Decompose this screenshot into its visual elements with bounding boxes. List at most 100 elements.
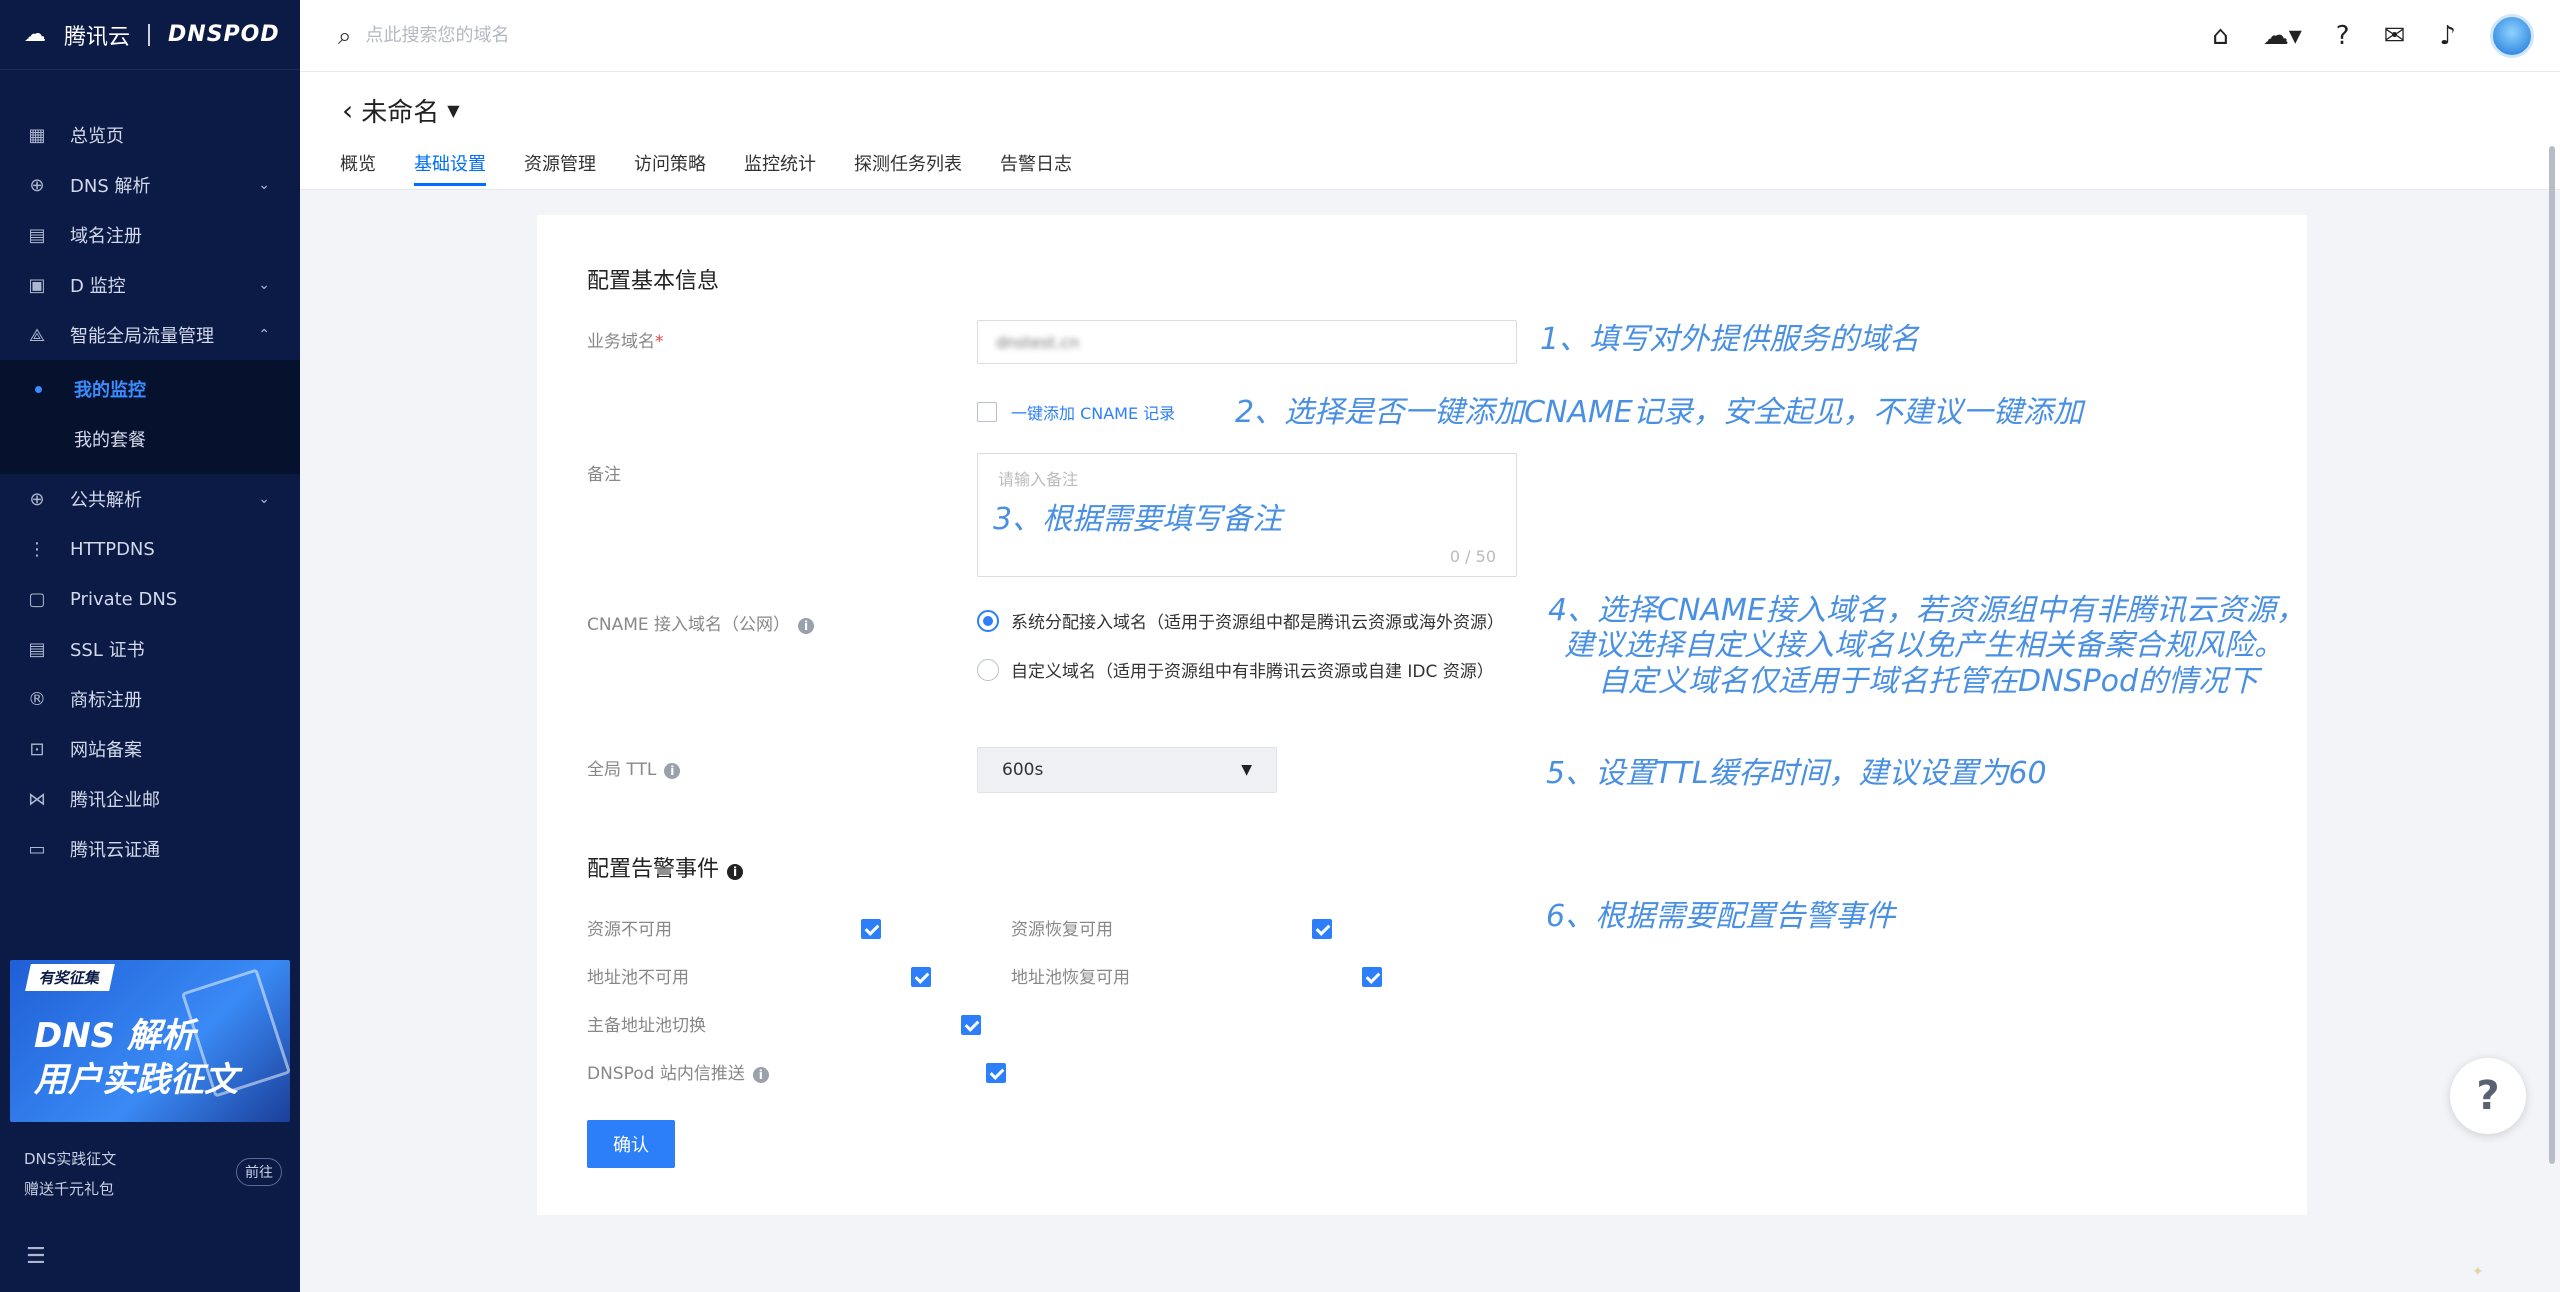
section-title-alarm-text: 配置告警事件 — [587, 857, 720, 882]
alarm-label-text: DNSPod 站内信推送 — [587, 1064, 745, 1084]
back-arrow-icon[interactable]: ‹ — [342, 94, 353, 127]
cname-one-click[interactable]: 一键添加 CNAME 记录 — [977, 400, 1175, 424]
sidebar-item-label: 网站备案 — [70, 740, 142, 761]
globe-icon: ⊕ — [29, 174, 45, 196]
page-title-row[interactable]: ‹ 未命名 ▼ — [342, 92, 460, 129]
promo-caption-line1: DNS实践征文 — [24, 1150, 117, 1168]
sidebar-item-label: Private DNS — [70, 588, 178, 610]
logo-cn: 腾讯云 — [64, 24, 131, 50]
alarm-checkbox[interactable] — [961, 1014, 982, 1035]
radio-system-domain[interactable]: 系统分配接入域名（适用于资源组中都是腾讯云资源或海外资源） — [977, 608, 1504, 633]
search-icon[interactable]: ⌕ — [338, 22, 351, 50]
sidebar-item-label: 域名注册 — [70, 226, 142, 247]
certificate-icon: ▤ — [28, 638, 46, 660]
logo-en: DNSPOD — [168, 22, 280, 47]
alarm-checkbox[interactable] — [1362, 966, 1383, 987]
domain-input[interactable]: dnstest.cn — [977, 320, 1517, 364]
alarm-checkbox[interactable] — [911, 966, 932, 987]
bell-icon[interactable]: ♪ — [2439, 21, 2456, 51]
tencent-cloud-logo-icon: ☁ — [24, 22, 46, 47]
alarm-label: 地址池恢复可用 — [1011, 968, 1130, 988]
chevron-up-icon: ⌃ — [258, 327, 270, 343]
lock-box-icon: ▢ — [28, 588, 46, 610]
share-icon: ⋮ — [28, 538, 46, 560]
collapse-menu-icon[interactable]: ☰ — [26, 1244, 46, 1269]
wechat-icon[interactable]: ✉ — [2384, 21, 2406, 51]
alarm-checkbox[interactable] — [986, 1062, 1007, 1083]
alarm-checkbox[interactable] — [1312, 918, 1333, 939]
radio-button-checked[interactable] — [977, 609, 999, 632]
alarm-label: 资源不可用 — [587, 920, 672, 940]
page-header: ‹ 未命名 ▼ 概览 基础设置 资源管理 访问策略 监控统计 探测任务列表 告警… — [300, 72, 2560, 190]
sidebar-item-domain-register[interactable]: ▤ 域名注册 — [0, 210, 300, 260]
sidebar-item-label: 我的套餐 — [74, 430, 146, 451]
help-fab[interactable]: ? — [2450, 1058, 2526, 1134]
sidebar-item-trademark[interactable]: ® 商标注册 — [0, 674, 300, 724]
annotation-3: 3、根据需要填写备注 — [993, 502, 1283, 537]
info-icon[interactable]: i — [727, 864, 744, 880]
mail-icon: ⋈ — [28, 788, 46, 810]
sidebar-item-my-package[interactable]: 我的套餐 — [0, 414, 300, 464]
logo[interactable]: ☁ 腾讯云 DNSPOD — [0, 0, 300, 70]
page-title: 未命名 — [361, 98, 440, 128]
cloud-dropdown-icon[interactable]: ☁▾ — [2263, 21, 2302, 51]
ttl-select[interactable]: 600s ▼ — [977, 747, 1277, 793]
search-input[interactable] — [365, 25, 966, 46]
sidebar-item-label: 总览页 — [70, 126, 124, 147]
tab-basic-settings[interactable]: 基础设置 — [414, 150, 486, 186]
radio-custom-domain[interactable]: 自定义域名（适用于资源组中有非腾讯云资源或自建 IDC 资源） — [977, 657, 1494, 682]
sidebar-item-public-dns[interactable]: ⊕ 公共解析 ⌄ — [0, 474, 300, 524]
promo-go-button[interactable]: 前往 — [236, 1158, 282, 1186]
sidebar-item-private-dns[interactable]: ▢ Private DNS — [0, 574, 300, 624]
annotation-5: 5、设置TTL缓存时间，建议设置为60 — [1546, 756, 2047, 791]
sidebar-item-gtm[interactable]: ⟁ 智能全局流量管理 ⌃ — [0, 310, 300, 360]
tab-overview[interactable]: 概览 — [340, 150, 376, 186]
tab-alarm-log[interactable]: 告警日志 — [1000, 150, 1072, 186]
scrollbar[interactable] — [2549, 146, 2555, 1164]
chevron-down-icon: ⌄ — [258, 277, 270, 293]
avatar[interactable] — [2490, 14, 2534, 58]
grid-icon: ▦ — [28, 124, 46, 146]
sidebar-item-label: 腾讯企业邮 — [70, 790, 160, 811]
confirm-button[interactable]: 确认 — [587, 1120, 675, 1168]
annotation-2: 2、选择是否一键添加CNAME记录，安全起见，不建议一键添加 — [1235, 395, 2083, 430]
tab-access-policy[interactable]: 访问策略 — [634, 150, 706, 186]
ttl-value: 600s — [1002, 760, 1044, 780]
promo-caption-line2: 赠送千元礼包 — [24, 1180, 115, 1198]
sidebar-item-httpdns[interactable]: ⋮ HTTPDNS — [0, 524, 300, 574]
caret-down-icon[interactable]: ▼ — [447, 101, 459, 120]
sidebar-item-cert-pass[interactable]: ▭ 腾讯云证通 — [0, 824, 300, 874]
alarm-label: 资源恢复可用 — [1011, 920, 1113, 940]
info-icon[interactable]: i — [752, 1067, 769, 1083]
radio-custom-domain-label: 自定义域名（适用于资源组中有非腾讯云资源或自建 IDC 资源） — [1011, 662, 1494, 682]
tab-probe-tasks[interactable]: 探测任务列表 — [854, 150, 962, 186]
help-icon[interactable]: ? — [2336, 21, 2350, 51]
sidebar-item-dns[interactable]: ⊕ DNS 解析 ⌄ — [0, 160, 300, 210]
radio-button[interactable] — [977, 658, 999, 681]
info-icon[interactable]: i — [664, 763, 681, 779]
annotation-6: 6、根据需要配置告警事件 — [1546, 899, 1896, 934]
tab-bar: 概览 基础设置 资源管理 访问策略 监控统计 探测任务列表 告警日志 — [340, 150, 1072, 186]
tab-monitor-stats[interactable]: 监控统计 — [744, 150, 816, 186]
domain-label-text: 业务域名 — [587, 332, 655, 352]
settings-card: 配置基本信息 业务域名* dnstest.cn 一键添加 CNAME 记录 备注… — [537, 215, 2307, 1215]
sidebar-item-icp-filing[interactable]: ⊡ 网站备案 — [0, 724, 300, 774]
promo-banner[interactable]: 有奖征集 DNS 解析 用户实践征文 — [10, 960, 290, 1122]
home-icon[interactable]: ⌂ — [2212, 21, 2229, 51]
annotation-1: 1、填写对外提供服务的域名 — [1540, 322, 1920, 357]
sidebar-item-my-monitor[interactable]: 我的监控 — [0, 364, 300, 414]
registered-icon: ® — [28, 688, 46, 710]
tab-resource-management[interactable]: 资源管理 — [524, 150, 596, 186]
promo-line1: DNS 解析 — [34, 1016, 196, 1056]
topbar-icons: ⌂ ☁▾ ? ✉ ♪ — [2212, 0, 2534, 72]
sidebar-item-ssl[interactable]: ▤ SSL 证书 — [0, 624, 300, 674]
info-icon[interactable]: i — [798, 618, 815, 634]
sidebar-item-d-monitor[interactable]: ▣ D 监控 ⌄ — [0, 260, 300, 310]
sidebar-item-overview[interactable]: ▦ 总览页 — [0, 110, 300, 160]
sidebar-item-label: 我的监控 — [74, 380, 146, 401]
promo-caption: DNS实践征文 赠送千元礼包 — [24, 1144, 116, 1204]
calendar-icon: ▤ — [28, 224, 46, 246]
alarm-checkbox[interactable] — [861, 918, 881, 939]
sidebar-item-exmail[interactable]: ⋈ 腾讯企业邮 — [0, 774, 300, 824]
cname-checkbox[interactable] — [977, 402, 997, 422]
